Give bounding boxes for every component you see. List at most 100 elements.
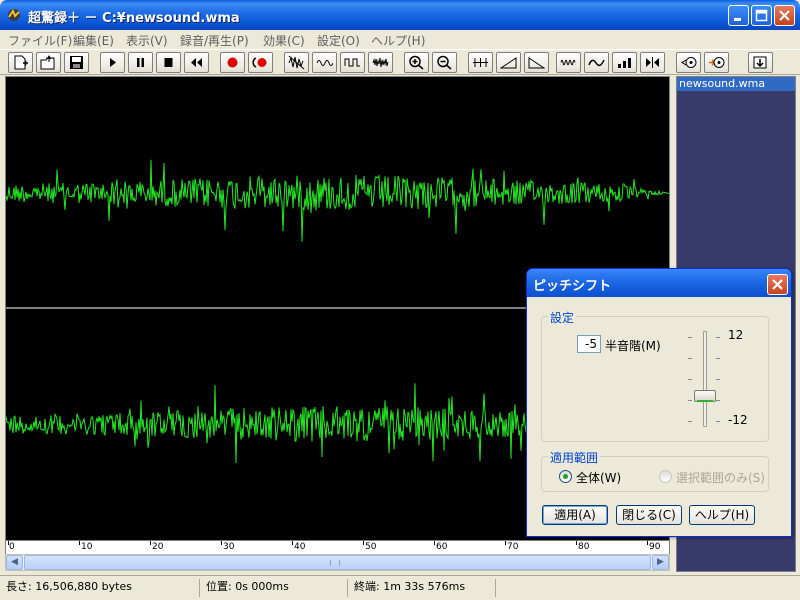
record-icon [227, 57, 238, 68]
ruler-label: 90 [649, 542, 661, 552]
close-icon [772, 279, 783, 290]
zoom-in-button[interactable] [404, 52, 429, 73]
waveform-edit-button[interactable] [284, 52, 309, 73]
maximize-button[interactable] [751, 5, 772, 26]
new-file-icon [14, 55, 28, 70]
menu-settings[interactable]: 設定(O) [317, 32, 360, 49]
download-icon [753, 56, 767, 69]
stop-icon [164, 58, 173, 67]
close-dialog-button[interactable]: 閉じる(C) [616, 505, 682, 525]
rewind-button[interactable] [184, 52, 209, 73]
ruler-label: 80 [578, 542, 590, 552]
menu-record-play[interactable]: 録音/再生(P) [180, 32, 249, 49]
pause-icon [137, 58, 144, 67]
minimize-icon [734, 18, 741, 21]
range-group-label: 適用範囲 [548, 449, 601, 466]
pitch-button[interactable] [584, 52, 609, 73]
fade-out-button[interactable] [524, 52, 549, 73]
settings-group-label: 設定 [548, 309, 577, 326]
stop-button[interactable] [156, 52, 181, 73]
ruler-label: 60 [436, 542, 448, 552]
wave-button[interactable] [312, 52, 337, 73]
ruler-label: 0 [9, 542, 15, 552]
normalize-button[interactable] [468, 52, 493, 73]
pitch-shift-dialog: ピッチシフト 設定 -5 半音階(M) 12 -12 適用範囲 全体(W) 選択… [526, 268, 792, 537]
cd-export-button[interactable] [704, 52, 729, 73]
cd-import-icon [681, 57, 697, 68]
settings-group: 設定 -5 半音階(M) 12 -12 [541, 309, 769, 442]
scroll-right-button[interactable]: ▶ [652, 555, 669, 570]
cd-import-button[interactable] [676, 52, 701, 73]
zoom-out-button[interactable] [432, 52, 457, 73]
wave-noise-button[interactable] [368, 52, 393, 73]
pause-button[interactable] [128, 52, 153, 73]
equalizer-button[interactable] [612, 52, 637, 73]
play-button[interactable] [100, 52, 125, 73]
menu-effects[interactable]: 効果(C) [263, 32, 305, 49]
status-end: 終端: 1m 33s 576ms [350, 579, 496, 597]
range-selection-radio[interactable] [659, 470, 672, 483]
range-all-radio[interactable] [559, 470, 572, 483]
range-selection-label[interactable]: 選択範囲のみ(S) [676, 469, 765, 486]
close-button[interactable] [774, 5, 795, 26]
status-empty [498, 579, 798, 597]
status-length: 長さ: 16,506,880 bytes [2, 579, 200, 597]
ruler-label: 30 [223, 542, 235, 552]
record-button[interactable] [220, 52, 245, 73]
rewind-icon [191, 58, 202, 67]
title-bar[interactable]: 超驚録＋ － C:¥newsound.wma [0, 0, 800, 30]
slider-max-label: 12 [728, 328, 744, 342]
help-button[interactable]: ヘルプ(H) [689, 505, 755, 525]
open-file-icon [40, 55, 55, 70]
save-icon [70, 56, 83, 69]
dialog-title-bar[interactable]: ピッチシフト [527, 269, 791, 297]
zoom-in-icon [409, 55, 424, 70]
record-loop-button[interactable] [248, 52, 273, 73]
menu-view[interactable]: 表示(V) [126, 32, 168, 49]
echo-icon [560, 59, 576, 66]
range-all-label[interactable]: 全体(W) [576, 469, 621, 486]
window-title: 超驚録＋ － C:¥newsound.wma [28, 11, 240, 26]
chevron-right-icon: ▶ [657, 557, 664, 567]
range-group: 適用範囲 全体(W) 選択範囲のみ(S) [541, 449, 769, 492]
file-list-item[interactable]: newsound.wma [677, 77, 795, 91]
app-window: 超驚録＋ － C:¥newsound.wma ファイル(F) 編集(E) 表示(… [0, 0, 800, 600]
dialog-close-button[interactable] [767, 274, 788, 295]
pitch-slider-track[interactable] [703, 331, 707, 427]
maximize-icon [755, 9, 768, 22]
save-button[interactable] [64, 52, 89, 73]
horizontal-scrollbar[interactable]: ◀ ▶ [5, 554, 670, 571]
ruler-label: 40 [294, 542, 306, 552]
slider-min-label: -12 [728, 413, 748, 427]
menu-file[interactable]: ファイル(F) [8, 32, 72, 49]
dialog-title: ピッチシフト [533, 279, 612, 294]
download-button[interactable] [748, 52, 773, 73]
menu-help[interactable]: ヘルプ(H) [371, 32, 425, 49]
close-icon [779, 10, 790, 21]
normalize-icon [473, 58, 488, 67]
open-file-button[interactable] [36, 52, 61, 73]
scroll-thumb[interactable] [24, 555, 651, 570]
pitch-icon [588, 59, 605, 67]
echo-button[interactable] [556, 52, 581, 73]
wave-square-button[interactable] [340, 52, 365, 73]
scroll-left-button[interactable]: ◀ [6, 555, 23, 570]
equalizer-icon [618, 58, 631, 68]
trim-button[interactable] [640, 52, 665, 73]
pitch-slider-thumb[interactable] [694, 390, 716, 402]
wave-square-icon [344, 58, 360, 67]
record-loop-icon [252, 57, 267, 68]
minimize-button[interactable] [728, 5, 749, 26]
cd-export-icon [709, 57, 725, 68]
menu-bar: ファイル(F) 編集(E) 表示(V) 録音/再生(P) 効果(C) 設定(O)… [0, 30, 800, 49]
ruler-label: 70 [507, 542, 519, 552]
apply-button[interactable]: 適用(A) [542, 505, 608, 525]
semitone-input[interactable]: -5 [577, 335, 601, 353]
menu-edit[interactable]: 編集(E) [73, 32, 114, 49]
wave-noise-icon [372, 57, 389, 68]
fade-in-button[interactable] [496, 52, 521, 73]
scroll-grip [330, 560, 340, 566]
new-file-button[interactable] [8, 52, 33, 73]
chevron-left-icon: ◀ [11, 557, 18, 567]
wave-icon [316, 60, 333, 66]
